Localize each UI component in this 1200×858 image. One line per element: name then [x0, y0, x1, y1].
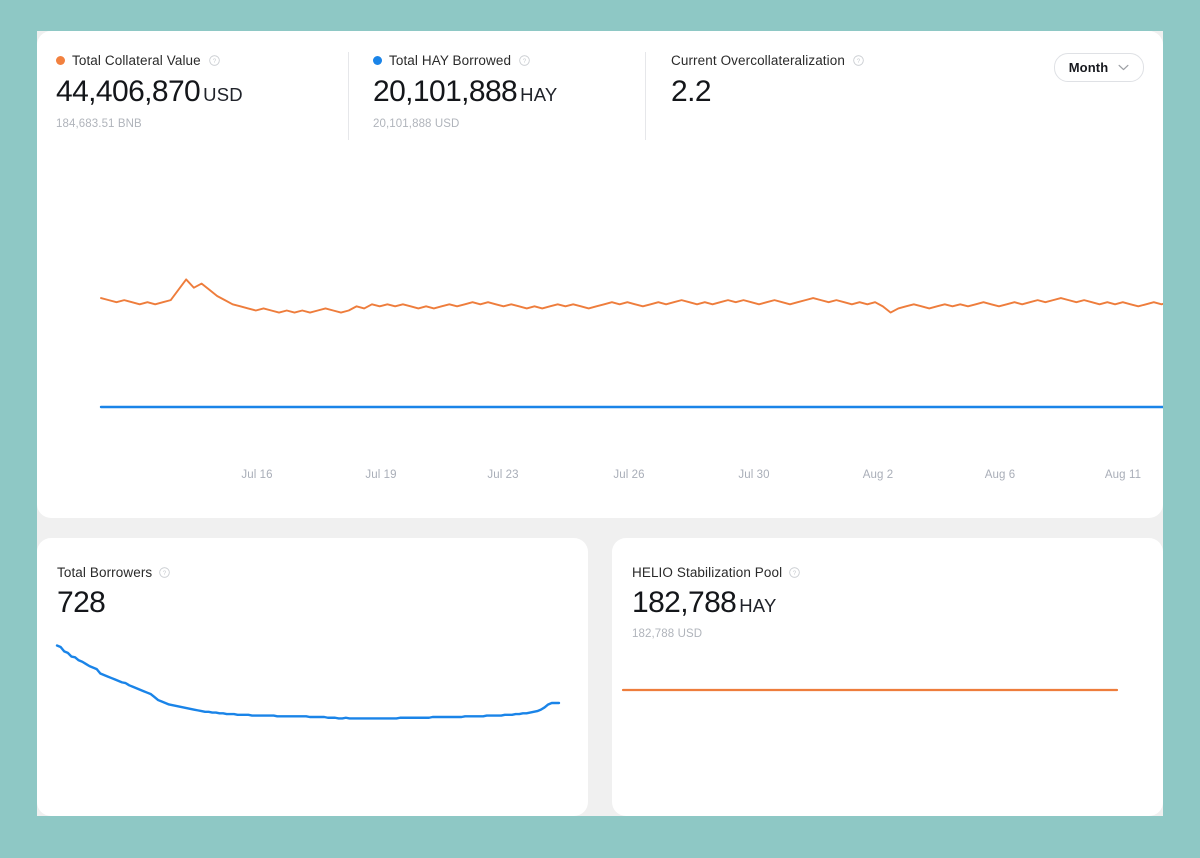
metric-current-overcollateralization: Current Overcollateralization ? 2.2	[671, 52, 864, 107]
metric-subvalue: 20,101,888 USD	[373, 118, 557, 130]
question-circle-icon[interactable]: ?	[209, 55, 220, 66]
card-header: Total Borrowers ?	[57, 565, 170, 580]
metric-header: Total HAY Borrowed ?	[373, 52, 557, 68]
svg-text:?: ?	[793, 570, 797, 577]
metric-divider	[348, 52, 349, 140]
card-unit: HAY	[739, 595, 776, 616]
question-circle-icon[interactable]: ?	[789, 567, 800, 578]
sparkline-helio-pool	[612, 656, 1163, 816]
question-circle-icon[interactable]: ?	[159, 567, 170, 578]
metric-value-group: 2.2	[671, 77, 864, 107]
card-total-borrowers: Total Borrowers ? 728	[37, 538, 588, 816]
card-value: 182,788	[632, 586, 736, 619]
metric-value-group: 20,101,888HAY	[373, 77, 557, 107]
chart-line-total-collateral-value	[101, 279, 1163, 312]
sparkline-path	[57, 646, 559, 719]
chart-x-axis: Jul 16 Jul 19 Jul 23 Jul 26 Jul 30 Aug 2 Aug 6…	[37, 469, 1163, 489]
x-axis-tick: Jul 26	[613, 469, 644, 481]
metric-header: Total Collateral Value ?	[56, 52, 243, 68]
question-circle-icon[interactable]: ?	[519, 55, 530, 66]
metrics-row: Total Collateral Value ? 44,406,870USD 1…	[37, 31, 1163, 146]
card-label: HELIO Stabilization Pool	[632, 565, 782, 580]
card-value: 728	[57, 586, 105, 619]
card-subvalue: 182,788 USD	[632, 628, 702, 640]
period-selector[interactable]: Month	[1054, 53, 1144, 82]
dashboard-root: Total Collateral Value ? 44,406,870USD 1…	[37, 31, 1163, 816]
x-axis-tick: Aug 6	[985, 469, 1016, 481]
main-chart-svg	[37, 146, 1163, 518]
series-color-dot-blue	[373, 56, 382, 65]
metric-divider	[645, 52, 646, 140]
bottom-cards-row: Total Borrowers ? 728 HELIO Stabilizatio…	[37, 538, 1163, 816]
card-value-group: 728	[57, 588, 105, 618]
overview-card: Total Collateral Value ? 44,406,870USD 1…	[37, 31, 1163, 518]
svg-text:?: ?	[213, 57, 217, 64]
metric-value: 20,101,888	[373, 75, 517, 108]
x-axis-tick: Jul 16	[241, 469, 272, 481]
metric-label: Total Collateral Value	[72, 53, 201, 68]
metric-value: 44,406,870	[56, 75, 200, 108]
metric-label: Current Overcollateralization	[671, 53, 845, 68]
metric-header: Current Overcollateralization ?	[671, 52, 864, 68]
card-header: HELIO Stabilization Pool ?	[632, 565, 800, 580]
card-label: Total Borrowers	[57, 565, 152, 580]
svg-text:?: ?	[857, 57, 861, 64]
svg-text:?: ?	[163, 570, 167, 577]
svg-text:?: ?	[523, 57, 527, 64]
metric-total-hay-borrowed: Total HAY Borrowed ? 20,101,888HAY 20,10…	[373, 52, 557, 130]
question-circle-icon[interactable]: ?	[853, 55, 864, 66]
metric-unit: USD	[203, 84, 243, 105]
metric-unit: HAY	[520, 84, 557, 105]
sparkline-total-borrowers	[37, 636, 588, 816]
card-helio-stabilization-pool: HELIO Stabilization Pool ? 182,788HAY 18…	[612, 538, 1163, 816]
metric-value-group: 44,406,870USD	[56, 77, 243, 107]
x-axis-tick: Aug 2	[863, 469, 894, 481]
series-color-dot-orange	[56, 56, 65, 65]
period-selector-label: Month	[1069, 60, 1108, 75]
metric-total-collateral-value: Total Collateral Value ? 44,406,870USD 1…	[56, 52, 243, 130]
x-axis-tick: Jul 30	[738, 469, 769, 481]
x-axis-tick: Jul 23	[487, 469, 518, 481]
metric-value: 2.2	[671, 75, 711, 108]
x-axis-tick: Jul 19	[365, 469, 396, 481]
main-chart[interactable]	[37, 146, 1163, 518]
x-axis-tick: Aug 11	[1105, 469, 1141, 481]
chevron-down-icon	[1118, 64, 1129, 71]
metric-subvalue: 184,683.51 BNB	[56, 118, 243, 130]
card-value-group: 182,788HAY	[632, 588, 777, 618]
metric-label: Total HAY Borrowed	[389, 53, 511, 68]
